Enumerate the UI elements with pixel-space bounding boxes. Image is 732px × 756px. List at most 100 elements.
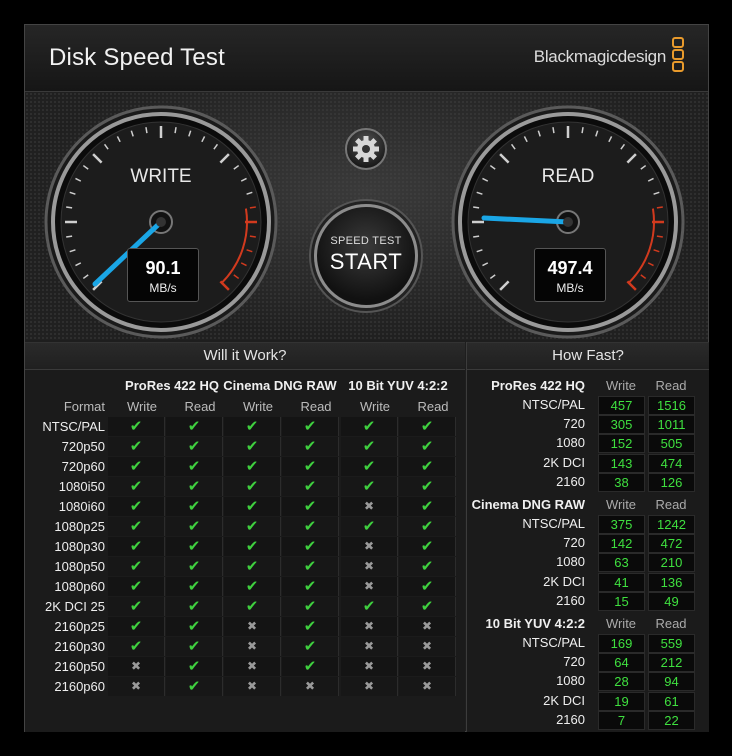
check-icon: ✔ [399,477,456,496]
write-speed-readout: 90.1 MB/s [127,248,199,302]
will-it-work-panel: Will it Work? Format ProRes 422 HQ Cinema… [25,342,465,732]
format-label: 720p60 [61,459,105,474]
check-icon: ✔ [224,477,281,496]
format-label: 2160p50 [54,659,105,674]
speed-group-header: 10 Bit YUV 4:2:2 [485,616,585,631]
check-icon: ✔ [341,417,398,436]
write-fps-value: 38 [598,472,645,492]
read-gauge [451,105,685,339]
check-icon: ✔ [166,457,223,476]
check-icon: ✔ [108,637,165,656]
check-icon: ✔ [341,597,398,616]
format-column-header: Format [63,399,105,414]
check-icon: ✔ [166,637,223,656]
start-button-subtitle: SPEED TEST [330,235,402,247]
read-fps-value: 472 [648,534,695,554]
format-label: 1080i50 [58,479,105,494]
how-fast-panel: How Fast? ProRes 422 HQ Write Read NTSC/PAL… [466,342,709,732]
check-icon: ✔ [341,517,398,536]
speed-row-label: 2160 [556,711,585,727]
speed-row-label: 2K DCI [543,573,585,589]
check-icon: ✔ [108,537,165,556]
check-icon: ✔ [108,597,165,616]
check-icon: ✔ [108,497,165,516]
write-fps-value: 7 [598,710,645,730]
format-row: 1080p30 ✔ ✔ ✔ ✔ ✖ ✔ [31,537,459,556]
format-label: 2160p60 [54,679,105,694]
read-speed-value: 497.4 [547,258,593,278]
check-icon: ✔ [224,417,281,436]
speed-row-label: 720 [563,416,585,432]
check-icon: ✔ [166,677,223,696]
cross-icon: ✖ [399,637,456,656]
check-icon: ✔ [166,657,223,676]
write-gauge [44,105,278,339]
cross-icon: ✖ [224,637,281,656]
cross-icon: ✖ [224,657,281,676]
speed-row-label: NTSC/PAL [522,397,585,412]
check-icon: ✔ [166,517,223,536]
write-fps-value: 64 [598,653,645,673]
cross-icon: ✖ [224,617,281,636]
format-row: 720p60 ✔ ✔ ✔ ✔ ✔ ✔ [31,457,459,476]
read-fps-value: 136 [648,572,695,592]
write-fps-value: 63 [598,553,645,573]
check-icon: ✔ [399,457,456,476]
read-fps-value: 210 [648,553,695,573]
write-fps-value: 169 [598,634,645,653]
check-icon: ✔ [282,597,339,616]
settings-button[interactable] [345,128,387,170]
check-icon: ✔ [282,457,339,476]
speed-row-label: NTSC/PAL [522,635,585,650]
format-row: 2160p25 ✔ ✔ ✖ ✔ ✖ ✖ [31,617,459,636]
check-icon: ✔ [166,437,223,456]
sub-column-header: Read [184,399,216,414]
write-fps-value: 28 [598,672,645,692]
cross-icon: ✖ [341,657,398,676]
check-icon: ✔ [282,577,339,596]
format-row: 2160p50 ✖ ✔ ✖ ✔ ✖ ✖ [31,657,459,676]
check-icon: ✔ [399,517,456,536]
cross-icon: ✖ [399,677,456,696]
read-fps-value: 61 [648,691,695,711]
cross-icon: ✖ [224,677,281,696]
speed-row-label: 2K DCI [543,454,585,470]
start-speed-test-button[interactable]: SPEED TEST START [314,204,418,308]
format-label: 1080p30 [54,539,105,554]
check-icon: ✔ [166,577,223,596]
check-icon: ✔ [224,577,281,596]
speed-row-label: 720 [563,654,585,670]
speed-row-label: 720 [563,535,585,551]
cross-icon: ✖ [341,537,398,556]
cross-icon: ✖ [282,677,339,696]
read-column-header: Read [655,497,687,512]
read-fps-value: 559 [648,634,695,653]
read-gauge-label: READ [541,166,595,187]
write-column-header: Write [605,616,637,631]
read-fps-value: 22 [648,710,695,730]
cross-icon: ✖ [341,497,398,516]
write-gauge-label: WRITE [130,166,192,187]
check-icon: ✔ [166,537,223,556]
speed-group-header: ProRes 422 HQ [491,378,585,393]
format-row: 2160p60 ✖ ✔ ✖ ✖ ✖ ✖ [31,677,459,696]
check-icon: ✔ [108,437,165,456]
read-fps-value: 94 [648,672,695,692]
check-icon: ✔ [108,417,165,436]
format-row: NTSC/PAL ✔ ✔ ✔ ✔ ✔ ✔ [31,417,459,436]
format-label: 720p50 [61,439,105,454]
check-icon: ✔ [399,597,456,616]
brand-name: Blackmagicdesign [533,47,667,66]
check-icon: ✔ [108,617,165,636]
write-fps-value: 19 [598,691,645,711]
format-row: 1080p50 ✔ ✔ ✔ ✔ ✖ ✔ [31,557,459,576]
check-icon: ✔ [341,437,398,456]
group-header: Cinema DNG RAW [223,378,337,393]
speed-row-label: 2K DCI [543,692,585,708]
cross-icon: ✖ [399,657,456,676]
format-row: 1080i60 ✔ ✔ ✔ ✔ ✖ ✔ [31,497,459,516]
speed-row-label: NTSC/PAL [522,516,585,531]
check-icon: ✔ [224,437,281,456]
read-fps-value: 505 [648,434,695,454]
format-label: 2160p30 [54,639,105,654]
